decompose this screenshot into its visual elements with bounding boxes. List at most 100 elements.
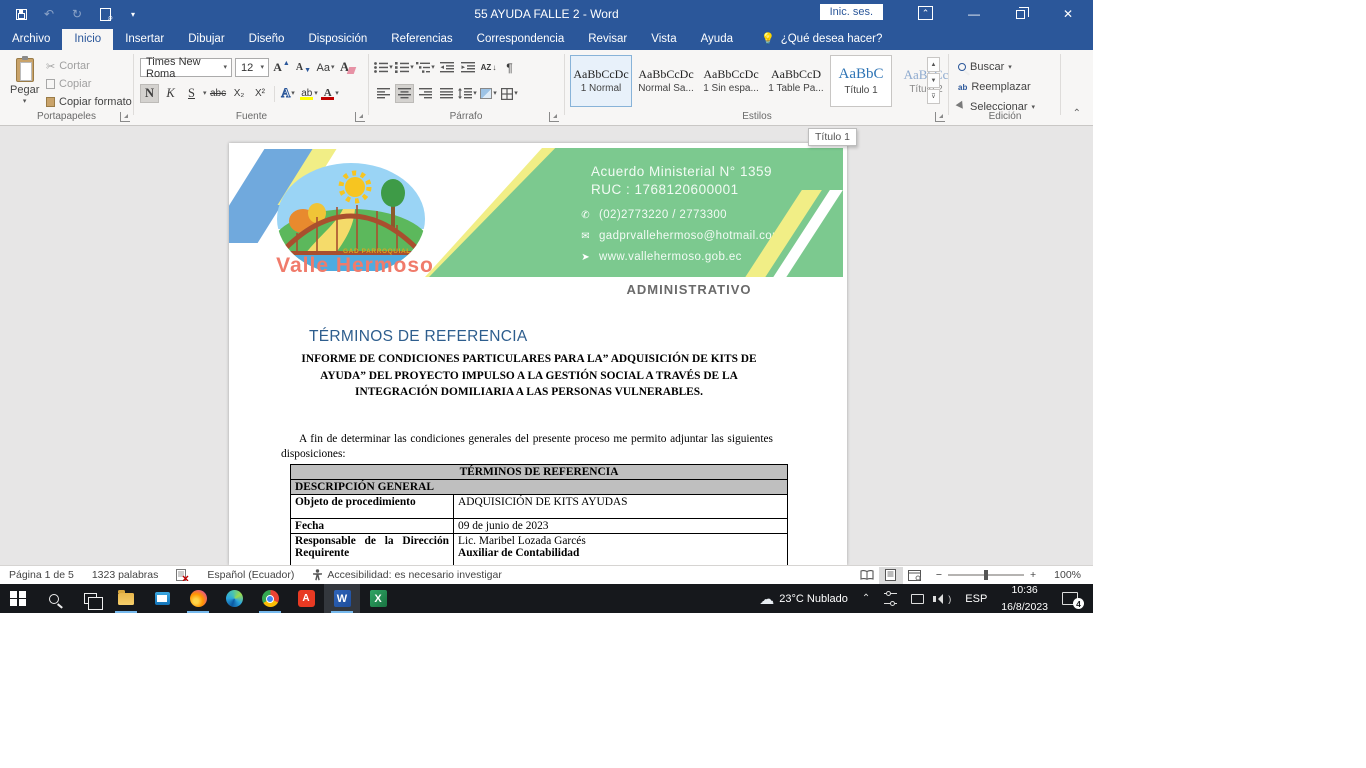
accessibility-status[interactable]: Accesibilidad: es necesario investigar: [303, 569, 511, 581]
font-dialog-launcher[interactable]: [355, 112, 365, 122]
tab-referencias[interactable]: Referencias: [379, 29, 464, 50]
file-explorer-icon[interactable]: [108, 584, 144, 613]
collapse-ribbon-icon[interactable]: ⌃: [1073, 108, 1081, 119]
start-button[interactable]: [0, 584, 36, 613]
firefox-icon[interactable]: [180, 584, 216, 613]
font-name-combo[interactable]: Times New Roma▾: [140, 58, 232, 77]
tab-diseno[interactable]: Diseño: [237, 29, 297, 50]
justify-icon[interactable]: [437, 84, 456, 103]
style-sin-espaciado[interactable]: AaBbCcDc1 Sin espa...: [700, 55, 762, 107]
proofing-icon[interactable]: [167, 569, 198, 581]
superscript-button[interactable]: X²: [251, 84, 270, 103]
shrink-font-button[interactable]: A▼: [294, 58, 313, 77]
replace-button[interactable]: abReemplazar: [958, 79, 1035, 95]
web-layout-icon[interactable]: [903, 567, 927, 584]
style-table-paragraph[interactable]: AaBbCcD1 Table Pa...: [765, 55, 827, 107]
sign-in-button[interactable]: Inic. ses.: [820, 4, 883, 20]
tab-revisar[interactable]: Revisar: [576, 29, 639, 50]
borders-icon[interactable]: ▾: [500, 84, 519, 103]
clock[interactable]: 10:36 16/8/2023: [994, 584, 1055, 613]
shading-icon[interactable]: ▾: [479, 84, 498, 103]
save-icon[interactable]: [14, 7, 28, 21]
pilcrow-icon[interactable]: ¶: [500, 58, 519, 77]
multilevel-list-icon[interactable]: ▾: [416, 58, 435, 77]
styles-scroll-up-icon[interactable]: ▲: [927, 57, 940, 72]
word-taskbar-icon[interactable]: W: [324, 584, 360, 613]
weather-widget[interactable]: ☁ 23°C Nublado: [752, 590, 855, 608]
tab-insertar[interactable]: Insertar: [113, 29, 176, 50]
customize-qat-icon[interactable]: ▾: [126, 7, 140, 21]
excel-taskbar-icon[interactable]: X: [360, 584, 396, 613]
clear-formatting-button[interactable]: A: [338, 58, 357, 77]
zoom-in-icon[interactable]: +: [1030, 569, 1045, 581]
tab-correspondencia[interactable]: Correspondencia: [465, 29, 577, 50]
style-titulo-1[interactable]: AaBbCTítulo 1: [830, 55, 892, 107]
align-center-icon[interactable]: [395, 84, 414, 103]
paste-button[interactable]: Pegar ▾: [4, 54, 45, 109]
hidden-icons-chevron[interactable]: ⌃: [855, 593, 877, 604]
change-case-button[interactable]: Aa▾: [316, 58, 335, 77]
word-count[interactable]: 1323 palabras: [83, 569, 168, 581]
zoom-slider[interactable]: [948, 574, 1024, 576]
zoom-slider-thumb[interactable]: [984, 570, 988, 580]
decrease-indent-icon[interactable]: [437, 58, 456, 77]
ribbon-display-options-icon[interactable]: ⌃: [918, 6, 933, 20]
read-mode-icon[interactable]: [855, 567, 879, 584]
task-view-icon[interactable]: [72, 584, 108, 613]
bold-button[interactable]: N: [140, 84, 159, 103]
sort-icon[interactable]: AZ↓: [479, 58, 498, 77]
highlight-button[interactable]: ab▾: [300, 84, 319, 103]
restore-button[interactable]: [1003, 0, 1037, 28]
language-indicator[interactable]: Español (Ecuador): [198, 569, 303, 581]
format-painter-button[interactable]: Copiar formato: [46, 94, 132, 110]
print-preview-icon[interactable]: [98, 7, 112, 21]
action-center-icon[interactable]: 4: [1055, 592, 1093, 605]
text-effects-button[interactable]: A▾: [279, 84, 298, 103]
volume-icon[interactable]: ): [931, 594, 958, 604]
numbering-icon[interactable]: ▾: [395, 58, 414, 77]
clipboard-dialog-launcher[interactable]: [120, 112, 130, 122]
subscript-button[interactable]: X₂: [230, 84, 249, 103]
copy-button[interactable]: Copiar: [46, 76, 132, 92]
styles-gallery-expand-icon[interactable]: ⊽: [927, 89, 940, 104]
increase-indent-icon[interactable]: [458, 58, 477, 77]
tab-vista[interactable]: Vista: [639, 29, 688, 50]
styles-scroll-down-icon[interactable]: ▼: [927, 73, 940, 88]
page-indicator[interactable]: Página 1 de 5: [0, 569, 83, 581]
taskbar-search-icon[interactable]: [36, 584, 72, 613]
pen-settings-icon[interactable]: [877, 593, 904, 604]
tell-me-box[interactable]: 💡 ¿Qué desea hacer?: [745, 32, 892, 50]
undo-icon[interactable]: ↶: [42, 7, 56, 21]
document-area[interactable]: GAD PARROQUIAL Valle Hermoso Acuerdo Min…: [0, 127, 1093, 565]
bullets-icon[interactable]: ▾: [374, 58, 393, 77]
font-size-combo[interactable]: 12▾: [235, 58, 269, 77]
tab-disposicion[interactable]: Disposición: [296, 29, 379, 50]
paragraph-dialog-launcher[interactable]: [549, 112, 559, 122]
grow-font-button[interactable]: A▲: [272, 58, 291, 77]
zoom-level[interactable]: 100%: [1045, 569, 1093, 581]
underline-button[interactable]: S: [182, 84, 201, 103]
redo-icon[interactable]: ↻: [70, 7, 84, 21]
align-left-icon[interactable]: [374, 84, 393, 103]
language-esp[interactable]: ESP: [958, 593, 994, 605]
acrobat-icon[interactable]: A: [288, 584, 324, 613]
close-button[interactable]: ✕: [1051, 0, 1085, 28]
network-icon[interactable]: [904, 594, 931, 604]
chrome-icon[interactable]: [252, 584, 288, 613]
document-page[interactable]: GAD PARROQUIAL Valle Hermoso Acuerdo Min…: [229, 143, 847, 565]
tab-dibujar[interactable]: Dibujar: [176, 29, 236, 50]
edge-icon[interactable]: [216, 584, 252, 613]
style-normal-sa[interactable]: AaBbCcDcNormal Sa...: [635, 55, 697, 107]
styles-dialog-launcher[interactable]: [935, 112, 945, 122]
print-layout-icon[interactable]: [879, 567, 903, 584]
cut-button[interactable]: ✂Cortar: [46, 58, 132, 74]
style-normal[interactable]: AaBbCcDc1 Normal: [570, 55, 632, 107]
find-button[interactable]: Buscar▾: [958, 59, 1035, 75]
tab-ayuda[interactable]: Ayuda: [689, 29, 745, 50]
strikethrough-button[interactable]: abc: [209, 84, 228, 103]
tab-inicio[interactable]: Inicio: [62, 29, 113, 50]
tab-archivo[interactable]: Archivo: [0, 29, 62, 50]
mail-icon-taskbar[interactable]: [144, 584, 180, 613]
line-spacing-icon[interactable]: ▾: [458, 84, 477, 103]
minimize-button[interactable]: —: [957, 0, 991, 28]
